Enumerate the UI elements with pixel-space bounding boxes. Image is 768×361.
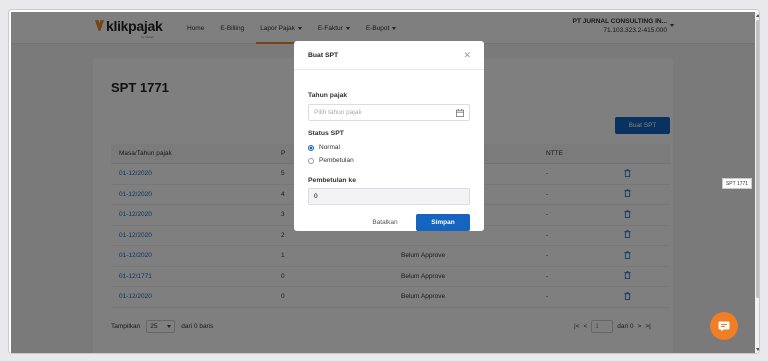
scroll-down-icon[interactable] <box>756 348 759 351</box>
pembetulan-ke-label: Pembetulan ke <box>308 177 356 184</box>
radio-checked-icon <box>308 144 314 151</box>
radio-normal-label: Normal <box>319 144 340 151</box>
chat-icon <box>718 321 730 331</box>
radio-pembetulan-label: Pembetulan <box>319 157 354 164</box>
vertical-scrollbar[interactable] <box>755 12 759 353</box>
radio-unchecked-icon <box>308 157 314 164</box>
buat-spt-modal: Buat SPT ✕ Tahun pajak Pilih tahun pajak… <box>294 41 484 231</box>
close-icon[interactable]: ✕ <box>463 50 471 60</box>
radio-pembetulan[interactable]: Pembetulan <box>308 157 354 164</box>
tahun-pajak-field[interactable]: Pilih tahun pajak <box>308 104 470 121</box>
app: klikpajak by Mekari Home E-Billing Lapor… <box>11 12 755 353</box>
calendar-icon <box>456 108 464 117</box>
scroll-thumb[interactable] <box>755 20 759 298</box>
radio-normal[interactable]: Normal <box>308 144 340 151</box>
modal-header: Buat SPT ✕ <box>294 41 484 70</box>
pembetulan-ke-value: 0 <box>314 193 318 200</box>
save-button[interactable]: Simpan <box>416 214 470 231</box>
tooltip: SPT 1771 <box>722 178 752 189</box>
tahun-pajak-label: Tahun pajak <box>308 92 348 99</box>
status-spt-label: Status SPT <box>308 130 344 137</box>
cancel-button[interactable]: Batalkan <box>365 214 405 231</box>
chat-button[interactable] <box>710 312 738 340</box>
browser-frame: klikpajak by Mekari Home E-Billing Lapor… <box>8 9 760 354</box>
pembetulan-ke-field: 0 <box>308 188 470 205</box>
scroll-up-icon[interactable] <box>756 14 759 17</box>
tahun-pajak-placeholder: Pilih tahun pajak <box>314 109 362 116</box>
modal-title: Buat SPT <box>308 51 339 59</box>
